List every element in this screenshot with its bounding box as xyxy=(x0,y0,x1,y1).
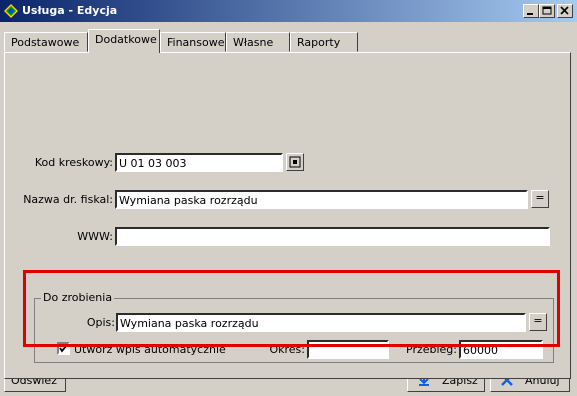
okres-input[interactable] xyxy=(307,340,389,359)
opis-input[interactable]: Wymiana paska rozrządu xyxy=(116,313,526,332)
tab-control: Podstawowe Dodatkowe Finansowe Własne Ra… xyxy=(0,22,577,396)
tab-label: Własne xyxy=(233,36,274,49)
minimize-button[interactable] xyxy=(523,4,539,18)
tab-label: Dodatkowe xyxy=(95,33,157,46)
tab-label: Podstawowe xyxy=(11,36,80,49)
close-button[interactable] xyxy=(557,4,573,18)
tab-label: Raporty xyxy=(297,36,341,49)
auto-entry-checkbox[interactable] xyxy=(57,342,70,355)
auto-entry-label: Utwórz wpis automatycznie xyxy=(74,343,226,356)
checkmark-icon xyxy=(59,344,68,353)
group-title: Do zrobienia xyxy=(41,291,115,304)
opis-label: Opis: xyxy=(86,316,115,329)
nazwa-fiskal-label: Nazwa dr. fiskal: xyxy=(23,193,113,206)
przebieg-input[interactable]: 60000 xyxy=(459,340,543,359)
maximize-icon xyxy=(542,6,552,15)
tab-podstawowe[interactable]: Podstawowe xyxy=(4,32,88,52)
tab-dodatkowe[interactable]: Dodatkowe xyxy=(88,29,160,53)
tab-panel-dodatkowe: Kod kreskowy: U 01 03 003 Nazwa dr. fisk… xyxy=(4,52,571,379)
kod-kreskowy-label: Kod kreskowy: xyxy=(34,156,113,169)
okres-label: Okres: xyxy=(269,343,305,356)
app-icon xyxy=(4,4,18,18)
close-icon xyxy=(560,6,569,15)
nazwa-ellipsis-button[interactable]: = xyxy=(531,190,549,208)
do-zrobienia-group: Do zrobienia Opis: Wymiana paska rozrząd… xyxy=(34,291,554,363)
minimize-icon xyxy=(527,13,533,15)
tab-label: Finansowe xyxy=(167,36,225,49)
kod-kreskowy-input[interactable]: U 01 03 003 xyxy=(115,153,283,172)
przebieg-label: Przebieg: xyxy=(406,343,457,356)
nazwa-fiskal-input[interactable]: Wymiana paska rozrządu xyxy=(115,190,528,209)
title-bar: Usługa - Edycja xyxy=(0,0,577,22)
barcode-icon xyxy=(289,156,301,168)
www-input[interactable] xyxy=(115,227,550,246)
tab-raporty[interactable]: Raporty xyxy=(290,32,358,52)
window-title: Usługa - Edycja xyxy=(22,4,118,17)
tab-wlasne[interactable]: Własne xyxy=(226,32,290,52)
maximize-button[interactable] xyxy=(539,4,555,18)
barcode-generate-button[interactable] xyxy=(286,153,304,171)
tab-finansowe[interactable]: Finansowe xyxy=(160,32,226,52)
www-label: WWW: xyxy=(77,230,113,243)
opis-ellipsis-button[interactable]: = xyxy=(529,313,547,331)
